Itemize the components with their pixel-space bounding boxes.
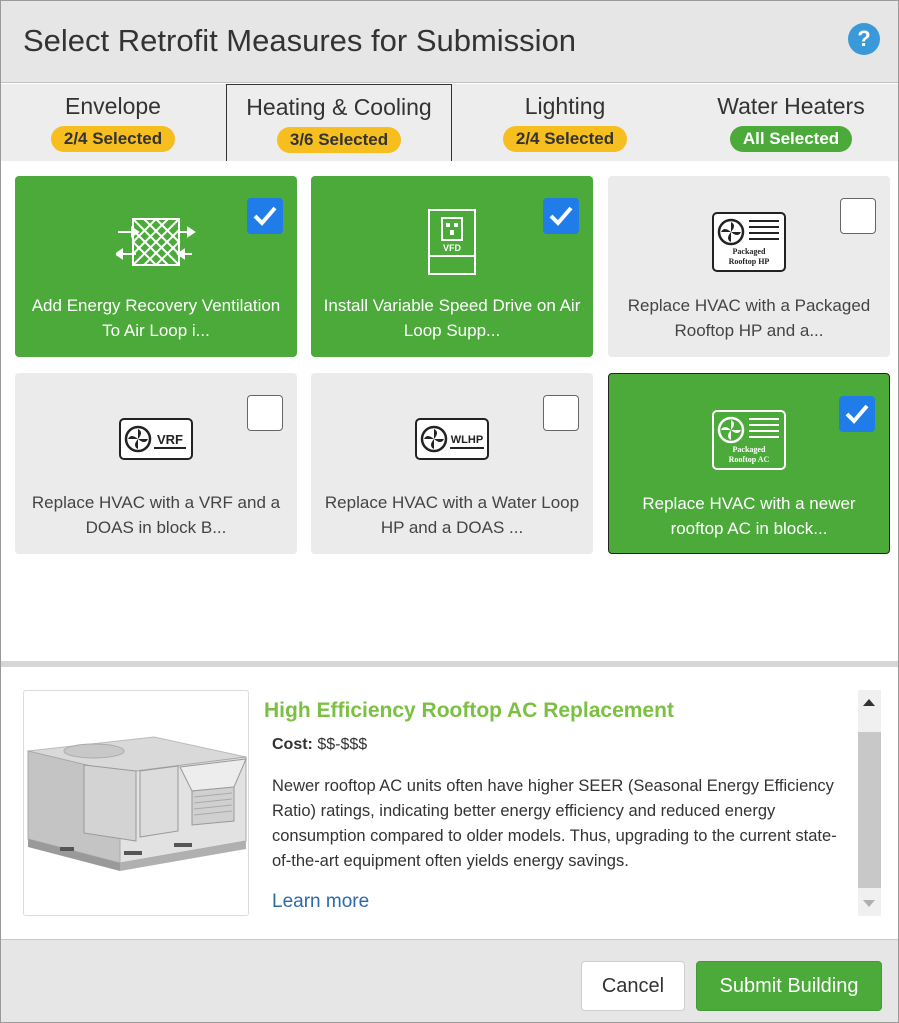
dialog-title: Select Retrofit Measures for Submission — [23, 23, 577, 58]
measure-checkbox[interactable] — [247, 395, 283, 431]
measure-label: Replace HVAC with a VRF and a DOAS in bl… — [31, 493, 281, 537]
scroll-up-arrow-icon[interactable] — [863, 699, 875, 706]
measure-cost: Cost: $$-$$$ — [272, 736, 367, 754]
vfd-icon-text: VFD — [443, 243, 462, 253]
rooftop-ac-unit-image — [23, 690, 249, 916]
scroll-thumb[interactable] — [858, 732, 881, 888]
tab-heating-cooling[interactable]: Heating & Cooling 3/6 Selected — [226, 84, 452, 161]
measure-label: Replace HVAC with a Water Loop HP and a … — [324, 493, 580, 537]
category-tabs: Envelope 2/4 Selected Heating & Cooling … — [1, 84, 898, 161]
learn-more-link[interactable]: Learn more — [272, 891, 369, 913]
retrofit-dialog: Select Retrofit Measures for Submission … — [0, 0, 899, 1023]
tab-lighting[interactable]: Lighting 2/4 Selected — [453, 84, 677, 161]
measure-label: Add Energy Recovery Ventilation To Air L… — [31, 296, 281, 340]
vrf-icon-text: VRF — [157, 432, 183, 447]
checkmark-icon — [549, 206, 573, 226]
tab-label: Heating & Cooling — [246, 94, 432, 120]
measure-checkbox[interactable] — [247, 198, 283, 234]
scroll-down-arrow-icon[interactable] — [863, 900, 875, 907]
selection-badge: All Selected — [729, 126, 853, 152]
icon-text-line1: Packaged — [733, 445, 766, 454]
wlhp-icon-text: WLHP — [451, 434, 483, 446]
tab-label: Water Heaters — [717, 93, 865, 119]
icon-text-line2: Rooftop HP — [729, 257, 770, 266]
measure-card-packaged-rooftop-ac[interactable]: Packaged Rooftop AC Replace HVAC with a … — [608, 373, 890, 554]
measure-card-vfd[interactable]: VFD Install Variable Speed Drive on Air … — [311, 176, 593, 357]
measure-label: Replace HVAC with a newer rooftop AC in … — [642, 494, 856, 538]
tab-label: Envelope — [65, 93, 161, 119]
measure-checkbox[interactable] — [543, 395, 579, 431]
measure-checkbox[interactable] — [839, 396, 875, 432]
measure-card-vrf[interactable]: VRF Replace HVAC with a VRF and a DOAS i… — [15, 373, 297, 554]
selection-badge: 3/6 Selected — [276, 127, 402, 153]
submit-building-button[interactable]: Submit Building — [696, 961, 882, 1011]
detail-scrollbar[interactable] — [858, 690, 881, 916]
measure-detail: High Efficiency Rooftop AC Replacement C… — [1, 667, 898, 939]
measure-description: Newer rooftop AC units often have higher… — [272, 777, 837, 870]
selection-badge: 2/4 Selected — [502, 126, 628, 152]
checkmark-icon — [253, 206, 277, 226]
icon-text-line2: Rooftop AC — [729, 455, 770, 464]
measure-checkbox[interactable] — [543, 198, 579, 234]
measure-card-wlhp[interactable]: WLHP Replace HVAC with a Water Loop HP a… — [311, 373, 593, 554]
icon-text-line1: Packaged — [733, 247, 766, 256]
checkmark-icon — [845, 404, 869, 424]
measure-cards: Add Energy Recovery Ventilation To Air L… — [1, 161, 898, 661]
tab-label: Lighting — [524, 93, 606, 119]
selection-badge: 2/4 Selected — [50, 126, 176, 152]
measure-label: Replace HVAC with a Packaged Rooftop HP … — [627, 296, 871, 340]
tab-water-heaters[interactable]: Water Heaters All Selected — [679, 84, 898, 161]
measure-title: High Efficiency Rooftop AC Replacement — [264, 699, 674, 722]
tab-envelope[interactable]: Envelope 2/4 Selected — [1, 84, 225, 161]
measure-label: Install Variable Speed Drive on Air Loop… — [323, 296, 581, 340]
question-circle-icon[interactable]: ? — [848, 23, 880, 55]
measure-card-packaged-rooftop-hp[interactable]: Packaged Rooftop HP Replace HVAC with a … — [608, 176, 890, 357]
measure-checkbox[interactable] — [840, 198, 876, 234]
dialog-footer: Cancel Submit Building — [1, 939, 898, 1022]
cost-label: Cost: — [272, 736, 313, 753]
dialog-header: Select Retrofit Measures for Submission … — [1, 1, 898, 83]
measure-card-energy-recovery[interactable]: Add Energy Recovery Ventilation To Air L… — [15, 176, 297, 357]
cost-value: $$-$$$ — [317, 736, 368, 753]
cancel-button[interactable]: Cancel — [581, 961, 685, 1011]
